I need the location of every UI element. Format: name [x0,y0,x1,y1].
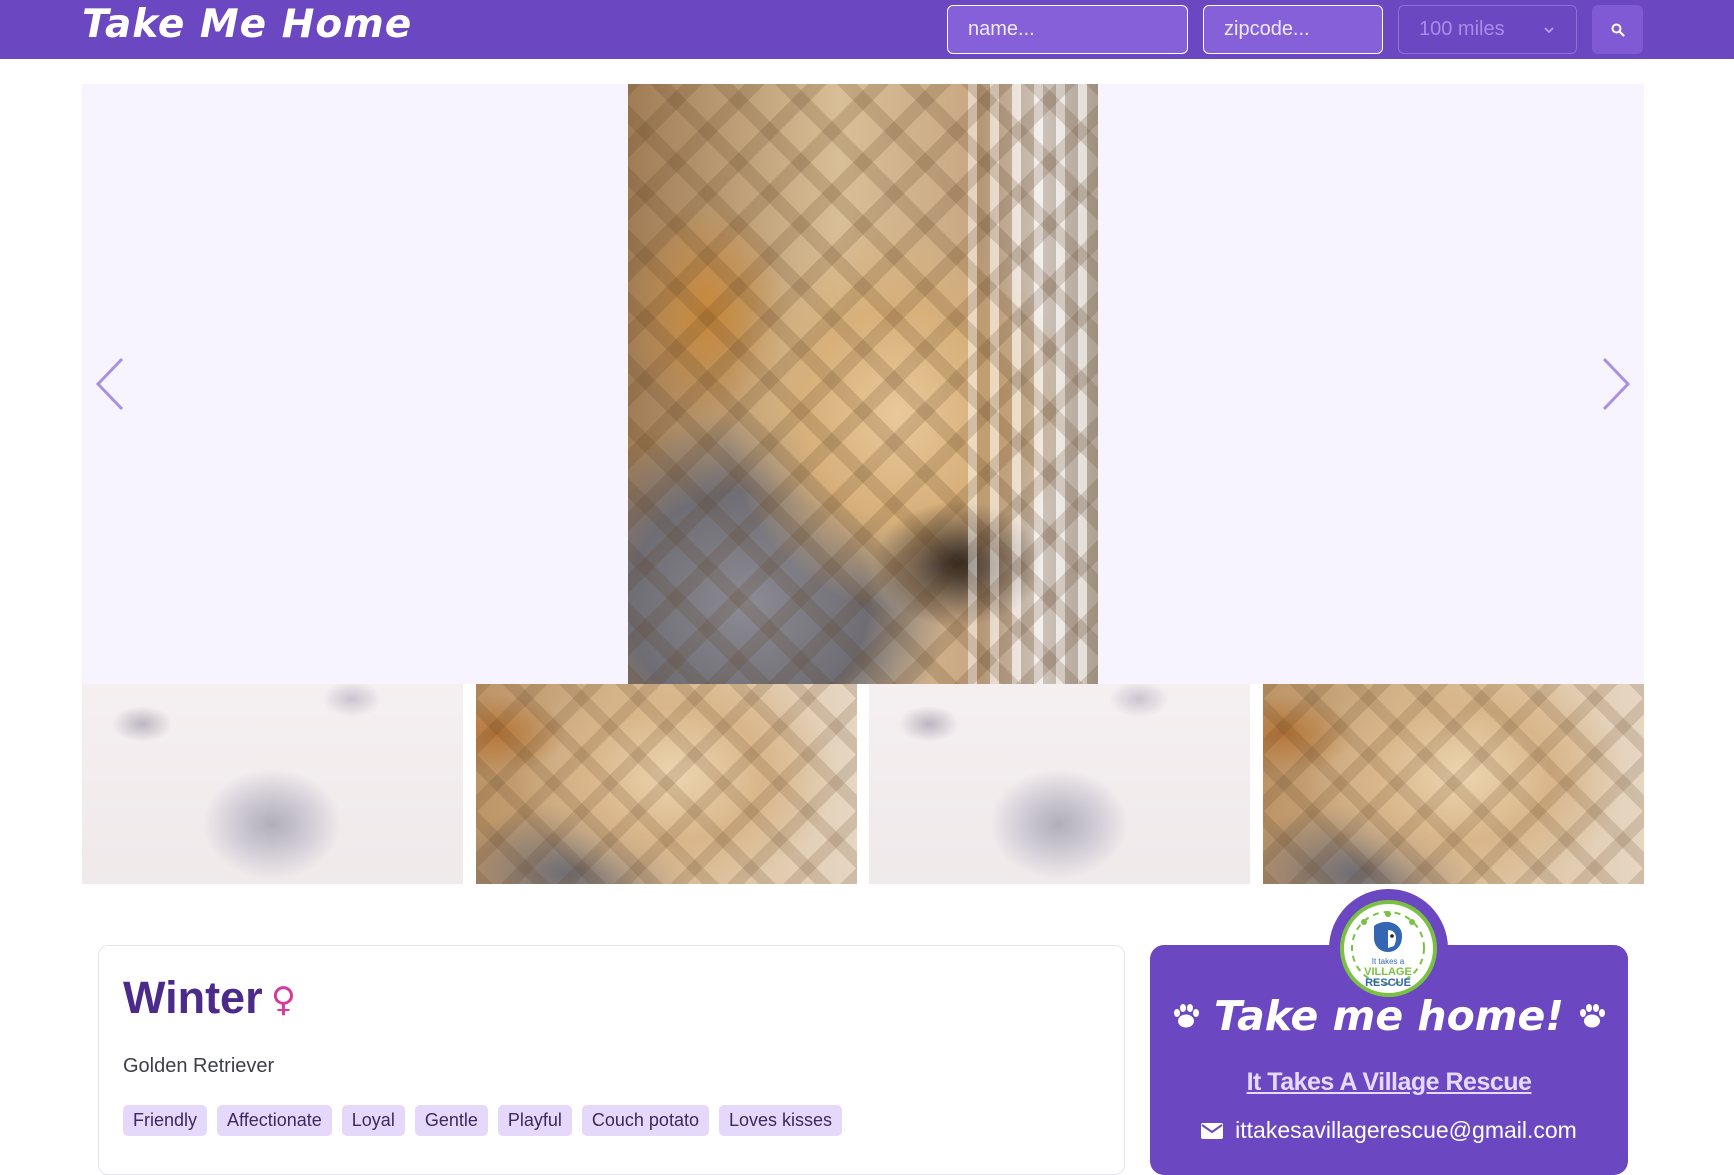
tag-loves-kisses: Loves kisses [718,1105,843,1136]
tag-playful: Playful [497,1105,572,1136]
pet-info-card: Winter ♀ Golden Retriever Friendly Affec… [98,945,1125,1175]
personality-tags: Friendly Affectionate Loyal Gentle Playf… [123,1105,843,1136]
thumbnail-1[interactable] [82,684,463,884]
paw-icon [1580,1004,1606,1028]
rescue-email-row[interactable]: ittakesavillagerescue@gmail.com [1150,1117,1628,1144]
pet-name: Winter [123,972,263,1023]
rescue-name-link[interactable]: It Takes A Village Rescue [1150,1068,1628,1097]
site-logo[interactable]: Take Me Home [82,2,412,47]
rescue-logo-badge: It takes a VILLAGE RESCUE [1340,900,1437,997]
top-nav-bar: Take Me Home name... zipcode... 100 mile… [0,0,1734,59]
svg-text:It takes a: It takes a [1372,957,1405,966]
tag-friendly: Friendly [123,1105,208,1136]
chevron-left-icon[interactable] [92,354,132,414]
rescue-cta-text: Take me home! [1213,992,1565,1040]
zipcode-placeholder: zipcode... [1224,18,1310,40]
female-icon: ♀ [271,980,296,1020]
name-search-placeholder: name... [968,18,1035,40]
shadow-lattice [628,84,1098,684]
tag-loyal: Loyal [341,1105,405,1136]
rescue-logo: It takes a VILLAGE RESCUE [1329,889,1448,1008]
main-pet-photo [628,84,1098,684]
rescue-cta-title: Take me home! [1150,992,1628,1040]
thumbnail-4[interactable] [1263,684,1644,884]
search-icon [1611,23,1625,37]
thumbnail-strip [82,684,1644,884]
tag-affectionate: Affectionate [217,1105,332,1136]
name-search-input[interactable]: name... [947,5,1188,54]
distance-value: 100 miles [1419,18,1505,40]
mail-icon [1201,1122,1224,1139]
thumbnail-3[interactable] [869,684,1250,884]
zipcode-input[interactable]: zipcode... [1203,5,1383,54]
dog-logo-icon: It takes a VILLAGE RESCUE [1351,911,1425,989]
chevron-right-icon[interactable] [1594,354,1634,414]
pet-breed: Golden Retriever [123,1055,275,1077]
distance-select[interactable]: 100 miles [1398,5,1577,54]
paw-icon [1173,1004,1199,1028]
tag-couch-potato: Couch potato [581,1105,709,1136]
svg-text:RESCUE: RESCUE [1365,977,1411,989]
photo-carousel [82,84,1644,684]
chevron-down-icon [1544,26,1554,33]
rescue-email[interactable]: ittakesavillagerescue@gmail.com [1235,1117,1577,1144]
thumbnail-2[interactable] [476,684,857,884]
tag-gentle: Gentle [414,1105,488,1136]
search-button[interactable] [1592,5,1643,54]
